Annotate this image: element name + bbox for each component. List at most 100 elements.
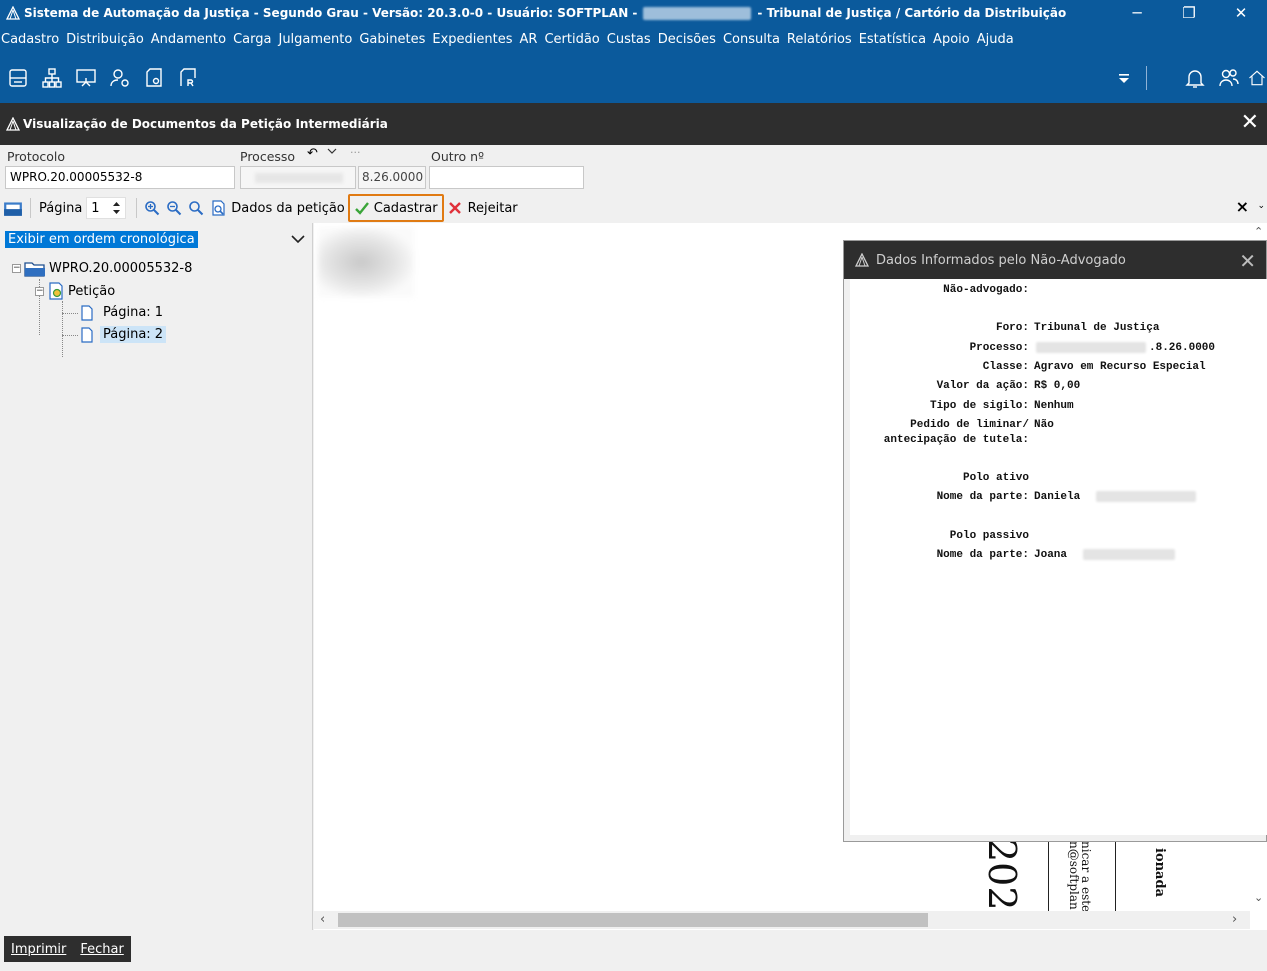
minimize-button[interactable]: ─: [1111, 0, 1163, 26]
zoom-out-button[interactable]: [163, 195, 185, 221]
rejeitar-label: Rejeitar: [467, 200, 518, 216]
menu-carga[interactable]: Carga: [232, 32, 277, 47]
panel-header: Visualização de Documentos da Petição In…: [0, 103, 1267, 145]
zoom-in-button[interactable]: [141, 195, 163, 221]
menu-julgamento[interactable]: Julgamento: [277, 32, 358, 47]
bottom-buttons: Imprimir Fechar: [4, 936, 131, 962]
tree-node-root[interactable]: − WPRO.20.00005532-8: [12, 260, 195, 277]
tree-connector: [62, 335, 78, 336]
toolbar-separator: [1146, 65, 1147, 90]
rejeitar-button[interactable]: Rejeitar: [444, 195, 521, 221]
dados-peticao-button[interactable]: Dados da petição: [207, 195, 347, 221]
page-icon: [81, 304, 93, 321]
document-toolbar: Página 1 Dados da petição Cadastrar Reje…: [0, 193, 1267, 223]
fechar-label: Fechar: [80, 941, 124, 957]
nao-advogado-dialog: Dados Informados pelo Não-Advogado ✕ Não…: [843, 240, 1267, 842]
menu-certidao[interactable]: Certidão: [543, 32, 605, 47]
tree-node-pagina-2-label: Página: 2: [100, 326, 167, 343]
outro-numero-field[interactable]: [429, 166, 584, 189]
tree-node-pagina-1[interactable]: Página: 1: [80, 304, 166, 321]
menu-andamento[interactable]: Andamento: [150, 32, 232, 47]
toolbar-overflow-icon[interactable]: ⌄: [1257, 201, 1265, 211]
users-icon[interactable]: [1213, 62, 1245, 94]
menu-custas[interactable]: Custas: [606, 32, 657, 47]
app-logo-icon: [854, 253, 870, 267]
toolbar-separator: [136, 198, 138, 218]
app-logo-icon: [5, 117, 21, 131]
label-polo-passivo: Polo passivo: [949, 530, 1029, 542]
imprimir-button[interactable]: Imprimir: [4, 942, 73, 957]
home-icon[interactable]: [1247, 62, 1267, 94]
zoom-icon: [189, 201, 204, 216]
label-liminar-line2: antecipação de tutela:: [883, 434, 1029, 446]
tree-connector: [62, 301, 63, 357]
pagina-stepper[interactable]: 1: [86, 197, 127, 219]
menu-decisoes[interactable]: Decisões: [657, 32, 722, 47]
close-window-button[interactable]: ✕: [1215, 0, 1267, 26]
document-r-icon[interactable]: [172, 62, 204, 94]
menu-relatorios[interactable]: Relatórios: [786, 32, 858, 47]
close-toolbar-button[interactable]: ×: [1236, 197, 1249, 216]
menu-expedientes[interactable]: Expedientes: [431, 32, 518, 47]
document-bold-fragment: ionada: [1152, 848, 1167, 897]
menu-ar[interactable]: AR: [519, 32, 544, 47]
close-dialog-button[interactable]: ✕: [1239, 249, 1256, 273]
processo-number-field[interactable]: [240, 166, 356, 189]
menu-apoio[interactable]: Apoio: [932, 32, 976, 47]
sort-order-select[interactable]: Exibir em ordem cronológica: [5, 227, 310, 251]
presentation-icon[interactable]: [70, 62, 102, 94]
scroll-right-icon[interactable]: ›: [1232, 912, 1237, 927]
label-liminar-line1: Pedido de liminar/: [910, 419, 1029, 431]
menu-cadastro[interactable]: Cadastro: [0, 32, 65, 47]
horizontal-scroll-thumb[interactable]: [338, 913, 928, 927]
dados-peticao-label: Dados da petição: [231, 200, 345, 216]
menu-estatistica[interactable]: Estatística: [858, 32, 932, 47]
cadastrar-button[interactable]: Cadastrar: [347, 194, 444, 222]
reject-x-icon: [448, 202, 461, 214]
hierarchy-icon[interactable]: [36, 62, 68, 94]
toolbar-separator: [30, 198, 31, 218]
zoom-reset-button[interactable]: [185, 195, 207, 221]
menu-distribuicao[interactable]: Distribuição: [65, 32, 150, 47]
chevron-down-icon[interactable]: [326, 145, 338, 160]
menu-gabinetes[interactable]: Gabinetes: [358, 32, 431, 47]
printer-icon[interactable]: [2, 62, 34, 94]
window-title: Sistema de Automação da Justiça - Segund…: [24, 6, 1066, 20]
chevron-down-icon[interactable]: [290, 231, 306, 247]
processo-suffix-field[interactable]: 8.26.0000: [358, 166, 426, 189]
spin-arrows-icon[interactable]: [112, 201, 121, 215]
open-folder-button[interactable]: [0, 195, 26, 221]
document-o-icon[interactable]: [138, 62, 170, 94]
label-nao-advogado: Não-advogado:: [943, 284, 1029, 296]
dropdown-arrow-icon[interactable]: [1108, 62, 1140, 94]
more-options-icon[interactable]: ···: [350, 146, 361, 159]
processo-label: Processo: [240, 149, 296, 164]
menu-consulta[interactable]: Consulta: [722, 32, 786, 47]
collapse-icon[interactable]: −: [35, 286, 44, 296]
fechar-button[interactable]: Fechar: [73, 942, 130, 957]
collapse-icon[interactable]: −: [12, 264, 21, 273]
scroll-down-icon[interactable]: ⌄: [1254, 891, 1263, 904]
undo-arrow-icon[interactable]: ↶: [307, 146, 318, 161]
bell-icon[interactable]: [1179, 62, 1211, 94]
protocolo-field[interactable]: WPRO.20.00005532-8: [5, 166, 235, 189]
close-panel-button[interactable]: ✕: [1241, 112, 1259, 134]
user-settings-icon[interactable]: [104, 62, 136, 94]
restore-button[interactable]: ❐: [1163, 0, 1215, 26]
redacted-name: [1096, 491, 1196, 502]
folder-icon: [4, 202, 22, 216]
horizontal-scrollbar[interactable]: ‹ ›: [314, 911, 1250, 929]
bottom-bar: Imprimir Fechar: [0, 930, 1267, 971]
scroll-left-icon[interactable]: ‹: [320, 912, 325, 927]
tree-node-root-label: WPRO.20.00005532-8: [49, 261, 193, 276]
menu-ajuda[interactable]: Ajuda: [976, 32, 1020, 47]
document-year-fragment: 202: [980, 838, 1024, 911]
tree-node-pagina-2[interactable]: Página: 2: [80, 326, 167, 343]
value-classe: Agravo em Recurso Especial: [1034, 361, 1206, 373]
scroll-up-icon[interactable]: ⌃: [1254, 225, 1263, 238]
tree-connector: [62, 313, 78, 314]
checkmark-icon: [354, 202, 369, 215]
tree-node-peticao[interactable]: − Petição: [35, 282, 118, 300]
app-logo-icon: [6, 6, 20, 20]
label-processo: Processo:: [969, 342, 1029, 354]
